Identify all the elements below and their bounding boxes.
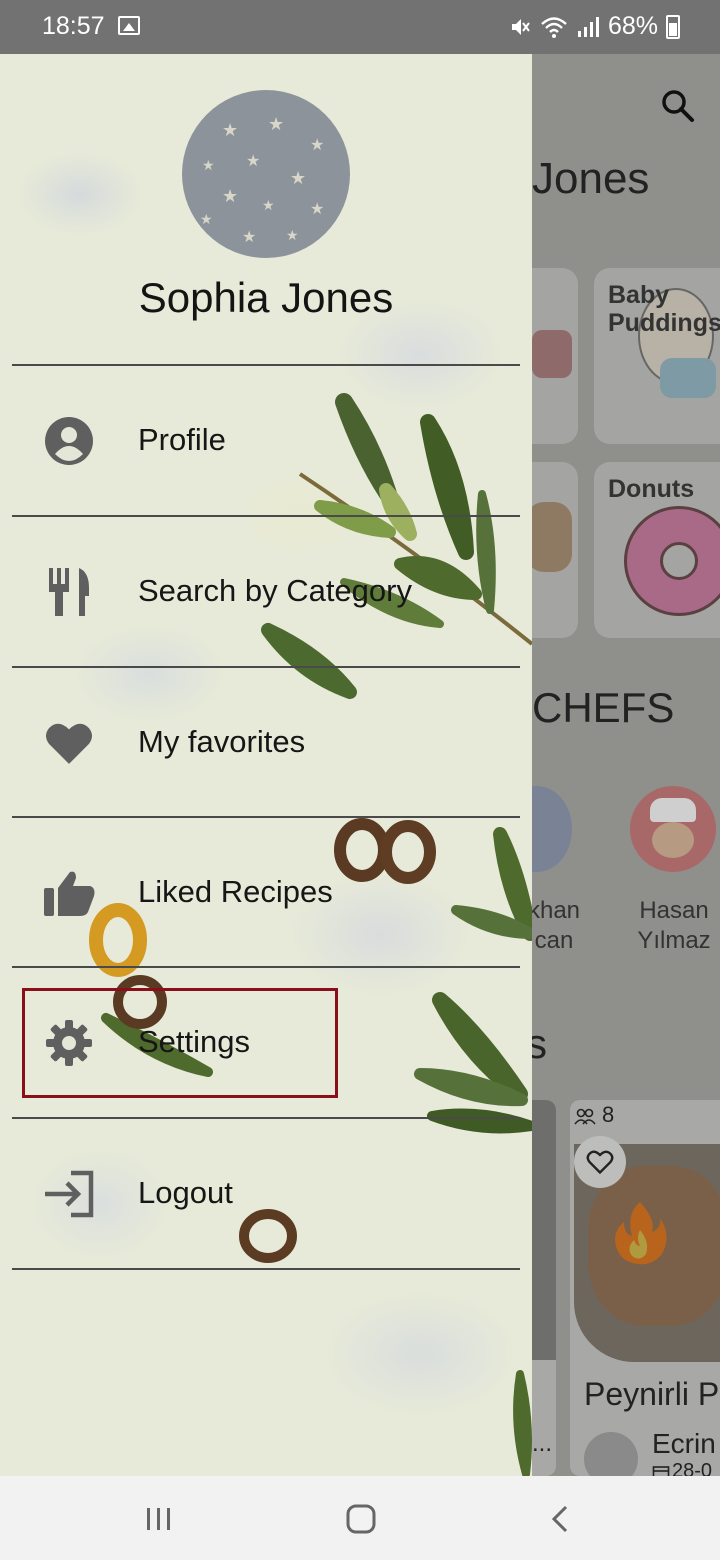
section-title-partial: s [532, 1020, 547, 1067]
svg-text:★: ★ [222, 120, 238, 141]
home-user-name: Jones [532, 154, 650, 203]
chefs-section-title: CHEFS [532, 684, 675, 731]
image-icon [118, 16, 140, 35]
avatar[interactable]: ★ ★ ★ ★ ★ ★ ★ ★ ★ ★ ★ ★ [182, 90, 350, 258]
svg-text:★: ★ [222, 186, 238, 207]
svg-text:★: ★ [242, 227, 256, 246]
navigation-drawer: ★ ★ ★ ★ ★ ★ ★ ★ ★ ★ ★ ★ Sophia Jones Pro… [0, 54, 532, 1476]
menu-item-logout[interactable]: Logout [12, 1119, 520, 1267]
chef-avatar[interactable] [630, 786, 716, 872]
signal-icon [577, 16, 599, 37]
thumbs-up-icon [42, 866, 96, 920]
stars-pattern: ★ ★ ★ ★ ★ ★ ★ ★ ★ ★ ★ ★ [200, 114, 324, 246]
menu-label: My favorites [138, 724, 306, 759]
drawer-user-name: Sophia Jones [138, 274, 394, 321]
servings-icon [574, 1108, 596, 1125]
category-label: Donuts [608, 475, 695, 503]
menu-item-my-favorites[interactable]: My favorites [12, 668, 520, 816]
svg-text:★: ★ [310, 199, 324, 218]
category-card[interactable] [532, 268, 578, 444]
category-card-baby-puddings[interactable]: Baby Puddings [594, 268, 720, 444]
settings-highlight-box [22, 988, 338, 1098]
back-button[interactable] [548, 1504, 572, 1534]
menu-label: Logout [138, 1175, 233, 1210]
fork-knife-icon [42, 565, 96, 619]
menu-item-liked-recipes[interactable]: Liked Recipes [12, 818, 520, 966]
svg-text:★: ★ [286, 228, 299, 244]
recipe-card[interactable] [532, 1100, 556, 1476]
svg-text:★: ★ [290, 168, 306, 189]
svg-text:★: ★ [262, 198, 275, 214]
chef-avatar[interactable] [532, 786, 572, 872]
favorite-button[interactable] [574, 1136, 626, 1188]
heart-icon [42, 716, 96, 770]
account-circle-icon [42, 414, 96, 468]
chef-name: Hasan Yılmaz [637, 897, 711, 954]
svg-text:★: ★ [246, 151, 260, 170]
mute-icon [511, 18, 530, 35]
chef-name: khan can [532, 897, 581, 954]
menu-label: Profile [138, 422, 226, 457]
menu-item-search-by-category[interactable]: Search by Category [12, 517, 520, 665]
system-navigation-bar [0, 1476, 720, 1560]
search-icon[interactable] [660, 88, 696, 124]
recipe-servings: 8 [602, 1102, 615, 1127]
recipe-title: Peynirli P [584, 1376, 720, 1412]
category-label: Baby Puddings [608, 281, 720, 337]
logout-icon [42, 1167, 96, 1221]
recipe-author: Ecrin [652, 1428, 716, 1459]
svg-text:★: ★ [310, 135, 324, 154]
svg-text:★: ★ [202, 158, 215, 174]
menu-label: Search by Category [138, 573, 412, 608]
home-button[interactable] [346, 1504, 376, 1534]
wifi-icon [541, 16, 567, 38]
background-app: Jones Baby Puddings Donuts CHEFS khan ca… [532, 54, 720, 1476]
battery-icon [666, 14, 680, 39]
calendar-icon [652, 1466, 670, 1476]
menu-item-profile[interactable]: Profile [12, 366, 520, 514]
status-time: 18:57 [42, 12, 105, 40]
status-right-group: 68% [508, 12, 680, 41]
recipe-title-ellipsis: ... [532, 1430, 553, 1457]
menu-label: Liked Recipes [138, 874, 333, 909]
svg-text:★: ★ [200, 212, 213, 228]
recipe-date: 28-0 [672, 1460, 713, 1476]
divider [12, 1268, 520, 1270]
battery-percent: 68% [607, 12, 658, 40]
category-card[interactable] [532, 462, 578, 638]
fire-icon [615, 1202, 667, 1265]
category-card-donuts[interactable]: Donuts [594, 462, 720, 638]
recents-button[interactable] [144, 1506, 174, 1532]
heart-outline-icon [586, 1150, 614, 1175]
svg-text:★: ★ [268, 114, 284, 135]
status-bar: 18:57 68% [0, 0, 720, 54]
